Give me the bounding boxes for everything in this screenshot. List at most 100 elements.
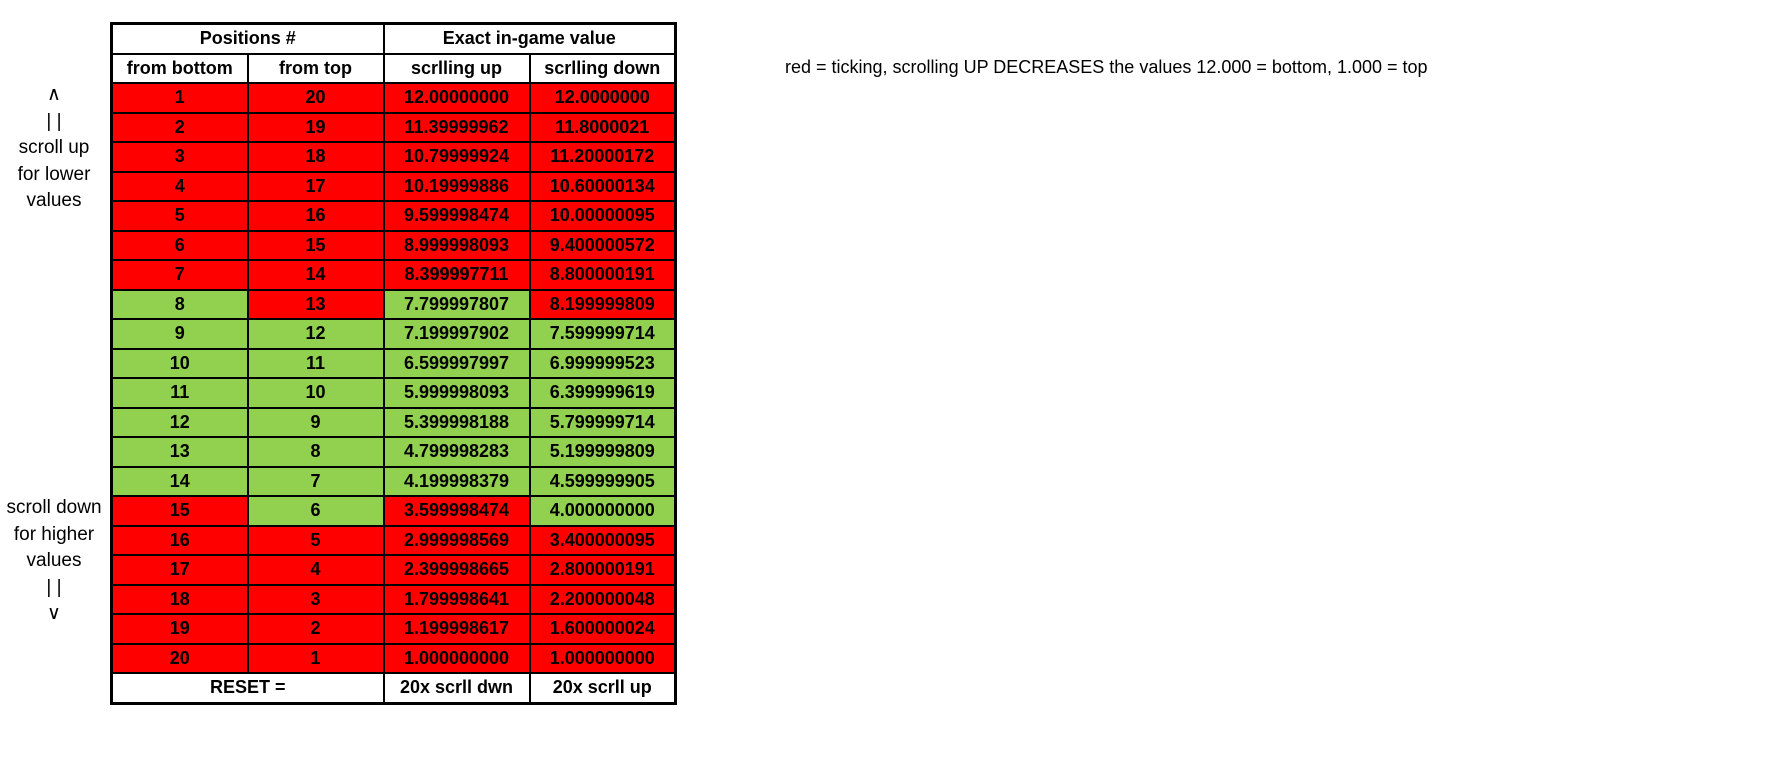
cell-scrlling-up-value: 1.000000000 (382, 642, 531, 674)
cell-scrlling-up-value: 4.199998379 (382, 465, 531, 497)
cell-from-bottom: 9 (110, 318, 249, 350)
cell-scrlling-up-value: 10.79999924 (382, 141, 531, 173)
table-row: 13 8 4.799998283 5.199999809 (110, 436, 677, 468)
cell-scrlling-down-value: 6.999999523 (528, 347, 677, 379)
table-row: 2 19 11.39999962 11.8000021 (110, 111, 677, 143)
cell-from-bottom: 2 (110, 111, 249, 143)
cell-from-top: 7 (246, 465, 385, 497)
reset-action-scrlling-down: 20x scrll up (528, 672, 677, 704)
table-row: 8 13 7.799997807 8.199999809 (110, 288, 677, 320)
table-row: 5 16 9.599998474 10.00000095 (110, 200, 677, 232)
cell-scrlling-down-value: 11.8000021 (528, 111, 677, 143)
cell-scrlling-down-value: 12.0000000 (528, 82, 677, 114)
cell-from-bottom: 16 (110, 524, 249, 556)
cell-from-bottom: 14 (110, 465, 249, 497)
cell-from-bottom: 4 (110, 170, 249, 202)
cell-scrlling-up-value: 12.00000000 (382, 82, 531, 114)
cell-from-bottom: 7 (110, 259, 249, 291)
cell-from-top: 3 (246, 583, 385, 615)
cell-scrlling-up-value: 3.599998474 (382, 495, 531, 527)
cell-from-top: 20 (246, 82, 385, 114)
table-row: 6 15 8.999998093 9.400000572 (110, 229, 677, 261)
group-header-exact-value: Exact in-game value (382, 22, 677, 55)
table-row: 18 3 1.799998641 2.200000048 (110, 583, 677, 615)
cell-scrlling-up-value: 1.799998641 (382, 583, 531, 615)
cell-scrlling-down-value: 4.599999905 (528, 465, 677, 497)
left-annotation-column: ∧ | | scroll up for lower values scroll … (0, 0, 108, 783)
cell-scrlling-down-value: 11.20000172 (528, 141, 677, 173)
cell-from-top: 2 (246, 613, 385, 645)
table-row: 4 17 10.19999886 10.60000134 (110, 170, 677, 202)
cell-from-top: 9 (246, 406, 385, 438)
cell-from-top: 12 (246, 318, 385, 350)
cell-scrlling-down-value: 9.400000572 (528, 229, 677, 261)
cell-scrlling-down-value: 2.200000048 (528, 583, 677, 615)
legend-note: red = ticking, scrolling UP DECREASES th… (785, 57, 1428, 77)
cell-scrlling-up-value: 5.999998093 (382, 377, 531, 409)
cell-from-top: 15 (246, 229, 385, 261)
reset-action-scrlling-up: 20x scrll dwn (382, 672, 531, 704)
cell-scrlling-down-value: 5.199999809 (528, 436, 677, 468)
table-row: 16 5 2.999998569 3.400000095 (110, 524, 677, 556)
cell-from-bottom: 6 (110, 229, 249, 261)
cell-scrlling-up-value: 2.999998569 (382, 524, 531, 556)
cell-scrlling-down-value: 4.000000000 (528, 495, 677, 527)
cell-from-bottom: 11 (110, 377, 249, 409)
cell-scrlling-up-value: 9.599998474 (382, 200, 531, 232)
cell-from-top: 17 (246, 170, 385, 202)
cell-scrlling-down-value: 1.000000000 (528, 642, 677, 674)
cell-from-bottom: 3 (110, 141, 249, 173)
table-row: 12 9 5.399998188 5.799999714 (110, 406, 677, 438)
cell-scrlling-up-value: 11.39999962 (382, 111, 531, 143)
table-row: 3 18 10.79999924 11.20000172 (110, 141, 677, 173)
cell-scrlling-up-value: 8.399997711 (382, 259, 531, 291)
cell-from-top: 5 (246, 524, 385, 556)
cell-scrlling-up-value: 7.799997807 (382, 288, 531, 320)
cell-scrlling-down-value: 5.799999714 (528, 406, 677, 438)
cell-from-bottom: 15 (110, 495, 249, 527)
cell-from-bottom: 18 (110, 583, 249, 615)
cell-scrlling-up-value: 2.399998665 (382, 554, 531, 586)
cell-from-top: 14 (246, 259, 385, 291)
table-row: 7 14 8.399997711 8.800000191 (110, 259, 677, 291)
column-header-from-top: from top (246, 52, 385, 84)
cell-from-bottom: 8 (110, 288, 249, 320)
cell-scrlling-up-value: 1.199998617 (382, 613, 531, 645)
cell-scrlling-down-value: 7.599999714 (528, 318, 677, 350)
cell-from-top: 4 (246, 554, 385, 586)
scroll-position-value-table: Positions # Exact in-game value from bot… (110, 22, 677, 705)
cell-from-bottom: 17 (110, 554, 249, 586)
cell-scrlling-up-value: 4.799998283 (382, 436, 531, 468)
column-header-row: from bottom from top scrlling up scrllin… (110, 52, 677, 84)
cell-from-top: 10 (246, 377, 385, 409)
cell-scrlling-down-value: 8.199999809 (528, 288, 677, 320)
reset-row: RESET = 20x scrll dwn 20x scrll up (110, 672, 677, 704)
cell-from-bottom: 13 (110, 436, 249, 468)
group-header-positions: Positions # (110, 22, 385, 55)
table-row: 11 10 5.999998093 6.399999619 (110, 377, 677, 409)
table-body: 1 20 12.00000000 12.0000000 2 19 11.39999962 11… (110, 82, 677, 674)
column-header-from-bottom: from bottom (110, 52, 249, 84)
cell-from-top: 18 (246, 141, 385, 173)
cell-scrlling-down-value: 6.399999619 (528, 377, 677, 409)
cell-scrlling-up-value: 8.999998093 (382, 229, 531, 261)
reset-label: RESET = (110, 672, 385, 704)
cell-from-top: 16 (246, 200, 385, 232)
cell-from-top: 8 (246, 436, 385, 468)
cell-scrlling-up-value: 10.19999886 (382, 170, 531, 202)
table-row: 17 4 2.399998665 2.800000191 (110, 554, 677, 586)
cell-scrlling-up-value: 6.599997997 (382, 347, 531, 379)
cell-from-top: 1 (246, 642, 385, 674)
group-header-row: Positions # Exact in-game value (110, 22, 677, 55)
table-row: 10 11 6.599997997 6.999999523 (110, 347, 677, 379)
column-header-scrlling-up: scrlling up (382, 52, 531, 84)
cell-from-bottom: 19 (110, 613, 249, 645)
table-row: 20 1 1.000000000 1.000000000 (110, 642, 677, 674)
cell-from-bottom: 5 (110, 200, 249, 232)
cell-from-top: 11 (246, 347, 385, 379)
cell-from-bottom: 20 (110, 642, 249, 674)
cell-scrlling-down-value: 2.800000191 (528, 554, 677, 586)
cell-scrlling-up-value: 5.399998188 (382, 406, 531, 438)
cell-from-top: 6 (246, 495, 385, 527)
cell-from-bottom: 1 (110, 82, 249, 114)
